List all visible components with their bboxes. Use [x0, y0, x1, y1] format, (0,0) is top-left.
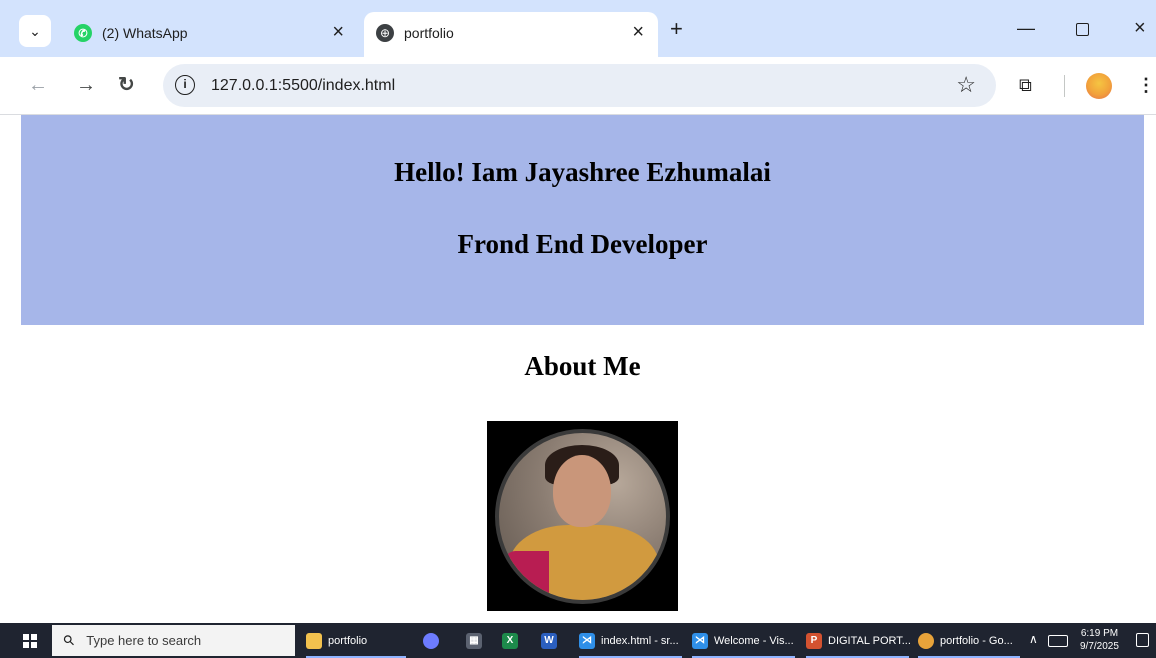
profile-photo-circle — [495, 429, 670, 604]
toolbar-divider — [1064, 75, 1065, 97]
page-viewport: Hello! Iam Jayashree Ezhumalai Frond End… — [0, 115, 1156, 623]
star-icon[interactable]: ☆ — [956, 73, 976, 97]
close-icon[interactable]: × — [632, 21, 644, 43]
word-icon: W — [541, 632, 557, 649]
keyboard-icon[interactable] — [1048, 635, 1068, 647]
taskbar-item-label: DIGITAL PORT... — [828, 634, 911, 647]
address-url[interactable]: 127.0.0.1:5500/index.html — [211, 76, 395, 96]
calendar-icon: ▦ — [466, 632, 482, 649]
taskbar-item-chrome[interactable]: portfolio - Go... — [918, 623, 1020, 658]
address-bar[interactable]: i 127.0.0.1:5500/index.html ☆ — [163, 64, 996, 107]
notification-icon[interactable] — [1136, 633, 1149, 647]
clock-date: 9/7/2025 — [1080, 641, 1119, 652]
photo-face — [553, 455, 611, 527]
about-heading: About Me — [524, 351, 641, 381]
whatsapp-icon: ✆ — [74, 24, 92, 42]
taskbar-search-box[interactable]: ⚲ Type here to search — [52, 625, 295, 656]
vscode-icon: ⋊ — [692, 632, 708, 649]
hero-role-heading: Frond End Developer — [457, 229, 708, 259]
taskbar-search-placeholder: Type here to search — [86, 633, 202, 648]
globe-icon: ⊕ — [376, 24, 394, 42]
excel-icon: X — [502, 632, 518, 649]
hero-banner: Hello! Iam Jayashree Ezhumalai Frond End… — [21, 115, 1144, 325]
windows-logo-icon — [23, 633, 37, 648]
taskbar: ⚲ Type here to search portfolio ▦ X W ⋊ … — [0, 623, 1156, 658]
taskbar-item-label: portfolio - Go... — [940, 634, 1013, 647]
copilot-icon — [423, 632, 439, 649]
taskbar-item-label: Welcome - Vis... — [714, 634, 794, 647]
hero-name-heading: Hello! Iam Jayashree Ezhumalai — [394, 157, 771, 187]
puzzle-icon[interactable]: ⧉ — [1019, 74, 1032, 96]
arrow-left-icon[interactable]: ← — [28, 73, 48, 97]
powerpoint-icon: P — [806, 632, 822, 649]
tab-title: (2) WhatsApp — [102, 25, 188, 41]
reload-icon[interactable]: ↻ — [118, 73, 135, 97]
taskbar-clock[interactable]: 6:19 PM 9/7/2025 — [1080, 627, 1119, 653]
browser-toolbar: ← → ↻ i 127.0.0.1:5500/index.html ☆ ⧉ ⋮ — [0, 57, 1156, 115]
chrome-icon — [918, 632, 934, 649]
start-button[interactable] — [10, 623, 50, 658]
taskbar-item-excel[interactable]: X — [502, 623, 524, 658]
browser-tab-strip: ⌄ ✆ (2) WhatsApp × ⊕ portfolio × + — × — [0, 0, 1156, 57]
taskbar-item-calendar[interactable]: ▦ — [466, 623, 488, 658]
plus-icon[interactable]: + — [670, 16, 683, 42]
chevron-up-icon[interactable]: ∧ — [1029, 632, 1038, 646]
taskbar-item-word[interactable]: W — [541, 623, 563, 658]
taskbar-item-portfolio-folder[interactable]: portfolio — [306, 623, 406, 658]
profile-photo — [487, 421, 678, 611]
tab-portfolio[interactable]: ⊕ portfolio × — [364, 12, 658, 57]
photo-top — [501, 551, 549, 600]
info-icon[interactable]: i — [175, 75, 195, 95]
vscode-icon: ⋊ — [579, 632, 595, 649]
window-close-icon[interactable]: × — [1134, 16, 1146, 40]
search-icon: ⚲ — [59, 630, 79, 650]
taskbar-item-powerpoint[interactable]: P DIGITAL PORT... — [806, 623, 911, 658]
taskbar-item-copilot[interactable] — [423, 623, 445, 658]
tab-search-button[interactable]: ⌄ — [19, 15, 51, 47]
maximize-icon[interactable] — [1076, 23, 1089, 36]
avatar[interactable] — [1086, 73, 1112, 99]
taskbar-item-vscode-welcome[interactable]: ⋊ Welcome - Vis... — [692, 623, 795, 658]
taskbar-item-label: index.html - sr... — [601, 634, 679, 647]
taskbar-item-label: portfolio — [328, 634, 368, 647]
close-icon[interactable]: × — [332, 21, 344, 43]
folder-icon — [306, 632, 322, 649]
chevron-down-icon: ⌄ — [29, 22, 41, 39]
taskbar-item-vscode-index[interactable]: ⋊ index.html - sr... — [579, 623, 682, 658]
minimize-icon[interactable]: — — [1017, 16, 1035, 40]
tab-whatsapp[interactable]: ✆ (2) WhatsApp × — [62, 12, 358, 57]
arrow-right-icon[interactable]: → — [76, 73, 96, 97]
clock-time: 6:19 PM — [1080, 628, 1119, 639]
kebab-icon[interactable]: ⋮ — [1137, 73, 1155, 97]
tab-title: portfolio — [404, 25, 454, 41]
